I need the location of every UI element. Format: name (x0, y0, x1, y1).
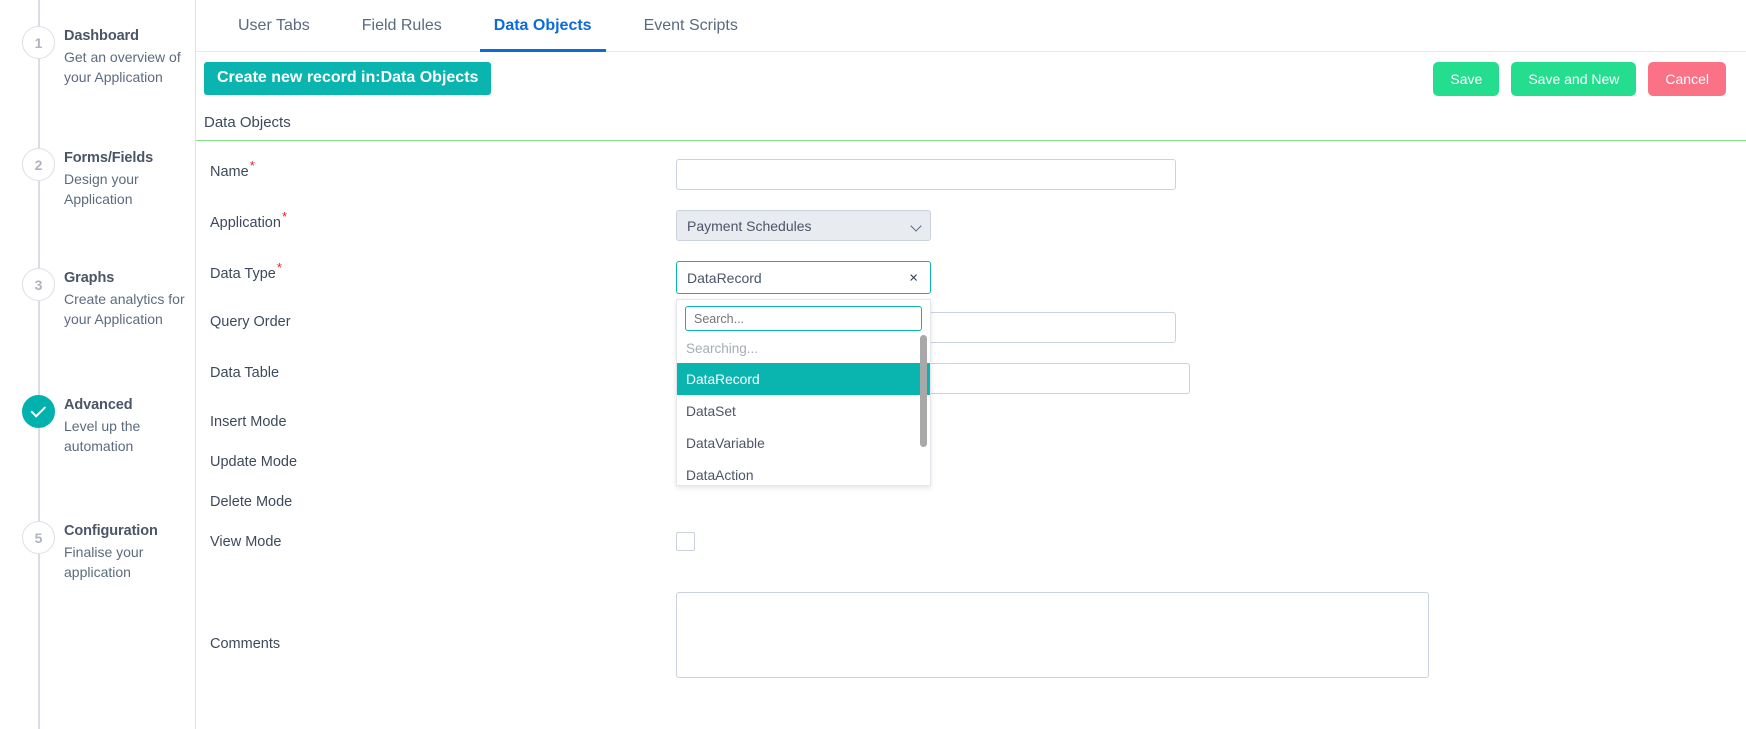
step-number-badge-5: 5 (22, 521, 55, 554)
step-title-graphs: Graphs (64, 270, 115, 286)
step-number-3: 3 (34, 276, 43, 293)
record-title-row: Create new record in:Data Objects Save S… (196, 52, 1746, 105)
tab-bar: User Tabs Field Rules Data Objects Event… (196, 0, 1746, 52)
step-desc-graphs: Create analytics for your Application (64, 291, 185, 327)
label-application-text: Application (210, 214, 281, 231)
data-objects-form: Name* Application* Payment Schedules Dat… (196, 141, 1746, 692)
chevron-down-icon (910, 220, 922, 232)
application-select[interactable]: Payment Schedules (676, 210, 931, 241)
label-name: Name* (196, 159, 676, 182)
view-mode-checkbox[interactable] (676, 532, 695, 551)
tab-field-rules[interactable]: Field Rules (336, 0, 468, 51)
form-row-update-mode: Update Mode (196, 452, 1746, 492)
dropdown-scrollbar-thumb[interactable] (920, 335, 927, 447)
step-desc-forms-fields: Design your Application (64, 171, 139, 207)
form-row-delete-mode: Delete Mode (196, 492, 1746, 532)
dropdown-option-datavariable[interactable]: DataVariable (677, 427, 930, 459)
sidebar-progress-rail (38, 0, 40, 729)
step-text-3: Graphs Create analytics for your Applica… (64, 268, 186, 329)
data-type-select-value: DataRecord (687, 269, 762, 286)
tab-user-tabs[interactable]: User Tabs (212, 0, 336, 51)
main-content: User Tabs Field Rules Data Objects Event… (196, 0, 1746, 729)
step-number-badge-2: 2 (22, 148, 55, 181)
required-marker-data-type: * (276, 260, 282, 275)
step-number-1: 1 (34, 34, 43, 51)
step-desc-configuration: Finalise your application (64, 544, 144, 580)
form-row-query-order: Query Order (196, 312, 1746, 363)
tab-data-objects[interactable]: Data Objects (468, 0, 618, 52)
save-button[interactable]: Save (1433, 61, 1500, 96)
control-view-mode (676, 532, 1746, 551)
label-data-table: Data Table (210, 365, 280, 381)
control-application: Payment Schedules (676, 210, 1746, 241)
form-row-insert-mode: Insert Mode (196, 412, 1746, 452)
dropdown-option-datarecord[interactable]: DataRecord (677, 363, 930, 395)
label-view-mode: View Mode (210, 534, 282, 550)
label-update-mode: Update Mode (210, 454, 298, 470)
dropdown-search-wrap (677, 300, 930, 335)
sidebar-step-configuration[interactable]: 5 Configuration Finalise your applicatio… (0, 521, 195, 582)
cancel-button[interactable]: Cancel (1648, 61, 1726, 96)
dropdown-option-dataaction[interactable]: DataAction (677, 459, 930, 485)
dropdown-search-input[interactable] (685, 306, 922, 331)
label-query-order: Query Order (210, 314, 291, 330)
form-row-data-type: Data Type* DataRecord × Searching... Dat… (196, 261, 1746, 486)
sidebar-step-graphs[interactable]: 3 Graphs Create analytics for your Appli… (0, 268, 195, 329)
form-row-data-table: Data Table (196, 363, 1746, 412)
step-text-1: Dashboard Get an overview of your Applic… (64, 26, 186, 87)
step-check-badge-advanced (22, 395, 55, 428)
control-name (676, 159, 1746, 190)
dropdown-status-text: Searching... (686, 341, 759, 356)
application-window: 1 Dashboard Get an overview of your Appl… (0, 0, 1746, 729)
step-text-5: Configuration Finalise your application (64, 521, 186, 582)
step-title-forms-fields: Forms/Fields (64, 150, 154, 166)
control-data-type: DataRecord × Searching... DataRecord Dat… (676, 261, 1746, 486)
wizard-sidebar: 1 Dashboard Get an overview of your Appl… (0, 0, 196, 729)
control-comments (676, 592, 1746, 678)
sidebar-step-forms-fields[interactable]: 2 Forms/Fields Design your Application (0, 148, 195, 209)
required-marker-application: * (281, 209, 287, 224)
label-application: Application* (196, 210, 676, 233)
sidebar-step-advanced[interactable]: Advanced Level up the automation (0, 395, 195, 456)
step-text-2: Forms/Fields Design your Application (64, 148, 186, 209)
label-insert-mode: Insert Mode (210, 414, 287, 430)
save-and-new-button[interactable]: Save and New (1511, 61, 1637, 96)
form-row-view-mode: View Mode (196, 532, 1746, 592)
step-title-dashboard: Dashboard (64, 28, 139, 44)
step-number-5: 5 (34, 529, 43, 546)
label-name-text: Name (210, 163, 249, 180)
data-type-dropdown-panel: Searching... DataRecord DataSet DataVari… (676, 299, 931, 486)
label-delete-mode: Delete Mode (210, 494, 293, 510)
step-title-configuration: Configuration (64, 523, 158, 539)
data-type-select[interactable]: DataRecord × (676, 261, 931, 294)
tab-event-scripts[interactable]: Event Scripts (618, 0, 764, 51)
label-comments: Comments (210, 636, 281, 652)
step-text-4: Advanced Level up the automation (64, 395, 186, 456)
section-header: Data Objects (196, 105, 1746, 141)
record-title-badge: Create new record in:Data Objects (204, 62, 492, 95)
application-select-value: Payment Schedules (687, 217, 812, 234)
name-input[interactable] (676, 159, 1176, 190)
form-row-comments: Comments (196, 592, 1746, 692)
form-row-name: Name* (196, 159, 1746, 210)
check-icon (30, 401, 46, 418)
required-marker-name: * (249, 158, 255, 173)
form-row-application: Application* Payment Schedules (196, 210, 1746, 261)
step-title-advanced: Advanced (64, 397, 133, 413)
step-number-2: 2 (34, 156, 43, 173)
label-data-type: Data Type* (196, 261, 676, 284)
step-number-badge-3: 3 (22, 268, 55, 301)
comments-textarea[interactable] (676, 592, 1429, 678)
step-number-badge-1: 1 (22, 26, 55, 59)
close-icon[interactable]: × (909, 270, 918, 285)
label-data-type-text: Data Type (210, 265, 276, 282)
dropdown-option-dataset[interactable]: DataSet (677, 395, 930, 427)
step-desc-advanced: Level up the automation (64, 418, 141, 454)
sidebar-step-dashboard[interactable]: 1 Dashboard Get an overview of your Appl… (0, 26, 195, 87)
step-desc-dashboard: Get an overview of your Application (64, 49, 181, 85)
